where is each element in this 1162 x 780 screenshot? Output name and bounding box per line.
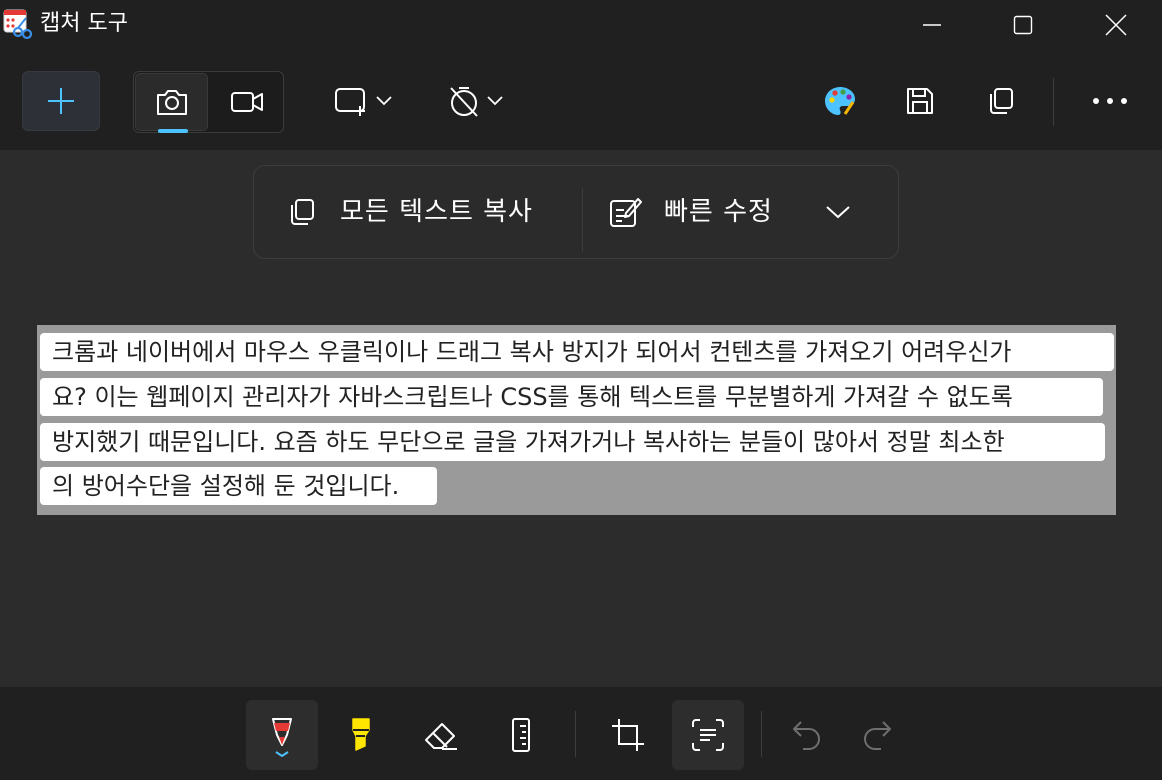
selected-indicator (158, 129, 188, 133)
copy-icon (291, 199, 314, 225)
rectangle-snip-icon (335, 88, 365, 116)
maximize-button[interactable] (1000, 0, 1046, 50)
text-actions-bar: 모든 텍스트 복사 빠른 수정 (253, 165, 899, 259)
copy-icon (990, 88, 1013, 114)
text-actions-icon (692, 719, 724, 751)
crop-button[interactable] (593, 700, 663, 770)
quick-redact-label: 빠른 수정 (664, 197, 773, 227)
text-line[interactable]: 요? 이는 웹페이지 관리자가 자바스크립트나 CSS를 통해 텍스트를 무분별… (40, 378, 1103, 416)
redo-button[interactable] (842, 700, 912, 770)
delay-dropdown[interactable] (436, 76, 516, 126)
chevron-down-icon[interactable] (825, 204, 851, 220)
highlighter-button[interactable] (326, 700, 396, 770)
minimize-button[interactable] (909, 0, 955, 50)
edit-in-paint-button[interactable] (810, 76, 870, 126)
video-mode-button[interactable] (210, 73, 283, 131)
window-title: 캡처 도구 (40, 11, 128, 36)
text-line[interactable]: 의 방어수단을 설정해 둔 것입니다. (40, 467, 437, 505)
new-snip-button[interactable] (22, 71, 100, 131)
palette-icon (825, 87, 855, 115)
snipping-tool-icon (2, 8, 33, 40)
bottom-divider (575, 711, 576, 757)
more-icon (1093, 98, 1127, 104)
snip-shape-dropdown[interactable] (324, 76, 404, 126)
captured-image: 크롬과 네이버에서 마우스 우클릭이나 드래그 복사 방지가 되어서 컨텐츠를 … (37, 325, 1116, 515)
main-toolbar (0, 50, 1162, 150)
annotation-toolbar (0, 687, 1162, 780)
ruler-icon (512, 718, 530, 752)
chevron-down-icon (376, 96, 392, 106)
save-button[interactable] (890, 76, 950, 126)
undo-button[interactable] (772, 700, 842, 770)
text-line[interactable]: 방지했기 때문입니다. 요즘 하도 무단으로 글을 가져가거나 복사하는 분들이… (40, 423, 1105, 461)
maximize-icon (1013, 15, 1033, 35)
timer-off-icon (450, 87, 478, 117)
bottom-divider (761, 711, 762, 757)
undo-icon (793, 721, 820, 750)
capture-mode-toggle (133, 71, 284, 133)
quick-redact-icon (610, 198, 642, 227)
photo-mode-button[interactable] (135, 73, 208, 133)
camera-icon (156, 90, 187, 115)
pen-icon (272, 718, 292, 757)
text-actions-divider (582, 188, 583, 252)
save-icon (907, 88, 933, 114)
toolbar-divider (1053, 78, 1054, 126)
eraser-icon (425, 723, 457, 750)
highlighter-icon (352, 718, 370, 751)
more-options-button[interactable] (1080, 76, 1140, 126)
copy-button[interactable] (970, 76, 1030, 126)
eraser-button[interactable] (406, 700, 476, 770)
pen-button[interactable] (246, 700, 318, 770)
quick-redact-button[interactable]: 빠른 수정 (594, 180, 890, 244)
redo-icon (864, 721, 891, 750)
plus-icon (48, 88, 74, 114)
text-line[interactable]: 크롬과 네이버에서 마우스 우클릭이나 드래그 복사 방지가 되어서 컨텐츠를 … (40, 333, 1114, 371)
close-icon (1105, 14, 1127, 36)
chevron-down-icon (487, 96, 503, 106)
minimize-icon (923, 24, 941, 26)
copy-all-text-label: 모든 텍스트 복사 (340, 197, 533, 227)
video-icon (230, 92, 263, 112)
close-button[interactable] (1093, 0, 1139, 50)
ruler-button[interactable] (486, 700, 556, 770)
title-bar: 캡처 도구 (0, 0, 1162, 50)
text-actions-button[interactable] (672, 700, 744, 770)
copy-all-text-button[interactable]: 모든 텍스트 복사 (272, 180, 572, 244)
crop-icon (612, 719, 644, 751)
